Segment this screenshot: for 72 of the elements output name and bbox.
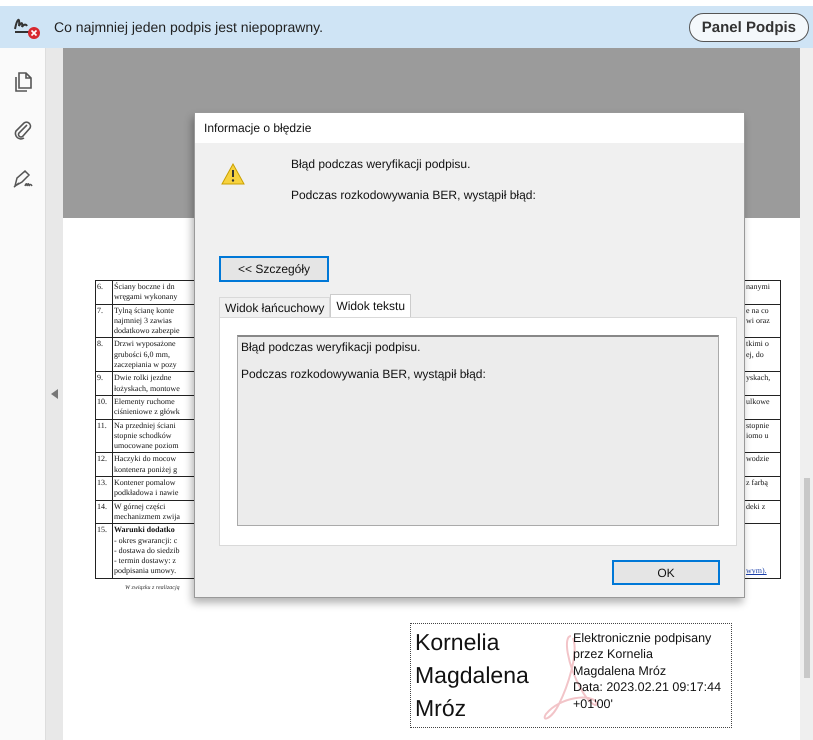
row-number-cell: 13.: [95, 477, 112, 501]
signature-detail: Data: 2023.02.21 09:17:44: [573, 679, 722, 696]
signer-name: Magdalena: [415, 660, 530, 690]
signature-panel-button[interactable]: Panel Podpis: [688, 12, 809, 42]
view-tab[interactable]: Widok tekstu: [330, 294, 412, 317]
row-number-cell: 6.: [95, 281, 112, 305]
row-number-cell: 7.: [95, 304, 112, 338]
table-cell-text: Tylną ścianę konte: [114, 306, 175, 316]
row-number-cell: 12.: [95, 453, 112, 478]
details-text-area[interactable]: Błąd podczas weryfikacji podpisu. Podczas rozkodowywania BER, wystąpił błąd:: [237, 335, 719, 526]
row-number-cell: 11.: [95, 420, 112, 454]
table-cell-text: Na przedniej ściani: [114, 420, 177, 431]
table-cell-text: Drzwi wyposażone: [114, 339, 177, 350]
table-cell-text: Warunki dodatko: [114, 525, 176, 536]
ok-button[interactable]: OK: [612, 560, 720, 585]
table-cell-text: ulkowe: [746, 396, 771, 408]
table-cell-text: wręgami wykonany: [114, 292, 178, 303]
table-cell-text: wi oraz: [746, 316, 771, 326]
signature-detail: przez Kornelia: [573, 646, 654, 663]
table-cell-text: deki z: [746, 502, 766, 512]
document-link[interactable]: wym).: [746, 566, 779, 577]
signer-name: Mróz: [415, 694, 468, 723]
row-number-cell: 15.: [95, 524, 112, 579]
scrollbar-thumb[interactable]: [804, 478, 810, 678]
table-cell-text: podpisania umowy.: [114, 566, 178, 577]
signature-status-message: Co najmniej jeden podpis jest niepoprawny.: [54, 19, 324, 35]
table-cell-text: najmniej 3 zawias: [114, 316, 173, 326]
table-cell-text: - okres gwarancji: c: [114, 536, 178, 546]
signature-detail: Magdalena Mróz: [573, 662, 668, 680]
error-message: Błąd podczas weryfikacji podpisu.: [291, 157, 472, 171]
table-cell-text: Dwie rolki jezdne: [114, 373, 172, 384]
table-cell-text: z farbą: [746, 478, 769, 488]
details-text: Podczas rozkodowywania BER, wystąpił błąd:: [241, 367, 487, 381]
table-cell-text: zaczepiania w pozy: [114, 360, 178, 370]
row-number-cell: 8.: [95, 338, 112, 372]
dialog-title: Informacje o błędzie: [195, 113, 744, 143]
row-number-cell: 9.: [95, 372, 112, 396]
details-button[interactable]: << Szczegóły: [219, 256, 329, 282]
table-cell-text: stopnie: [746, 420, 770, 431]
table-cell-text: łożyskach, montowe: [114, 384, 181, 394]
signature-detail: +01'00': [573, 696, 614, 712]
table-cell-text: tkimi o: [746, 339, 770, 350]
table-cell-text: ej, do: [746, 350, 765, 360]
table-cell-text: yskach,: [746, 373, 772, 384]
table-cell-text: Kontener pomalow: [114, 478, 177, 488]
table-cell-text: Elementy ruchome: [114, 396, 176, 408]
error-message: Podczas rozkodowywania BER, wystąpił błąd:: [291, 188, 536, 202]
table-cell-text: umocowane poziom: [114, 441, 180, 452]
table-cell-text: e na co: [746, 306, 770, 316]
table-cell-text: wodzie: [746, 454, 770, 465]
table-cell-text: - dostawa do siedzib: [114, 546, 181, 556]
table-cell-text: Ściany boczne i dn: [114, 282, 176, 292]
view-tab[interactable]: Widok łańcuchowy: [219, 297, 330, 317]
collapse-arrow-icon[interactable]: [51, 389, 58, 399]
table-cell-text: podkładowa i nawie: [114, 488, 180, 499]
signature-detail: Elektronicznie podpisany: [573, 630, 712, 646]
signer-name: Kornelia: [415, 628, 500, 657]
table-cell-text: iomo u: [746, 430, 770, 442]
table-cell-text: grubości 6,0 mm,: [114, 350, 171, 360]
table-cell-text: kontenera poniżej g: [114, 464, 178, 476]
table-cell-text: W górnej części: [114, 502, 166, 512]
table-cell-text: stopnie schodków: [114, 430, 173, 442]
table-cell-text: dodatkowo zabezpie: [114, 326, 181, 336]
table-cell-text: - termin dostawy: z: [114, 556, 177, 566]
details-text: Błąd podczas weryfikacji podpisu.: [241, 340, 422, 354]
table-cell-text: ciśnieniowe z główk: [114, 407, 181, 418]
table-cell-text: mechanizmem zwija: [114, 512, 181, 522]
warning-icon: [221, 163, 245, 185]
row-number-cell: 14.: [95, 500, 112, 524]
table-cell-text: nanymi: [746, 282, 771, 292]
table-cell-text: Haczyki do mocow: [114, 454, 178, 465]
row-number-cell: 10.: [95, 396, 112, 420]
